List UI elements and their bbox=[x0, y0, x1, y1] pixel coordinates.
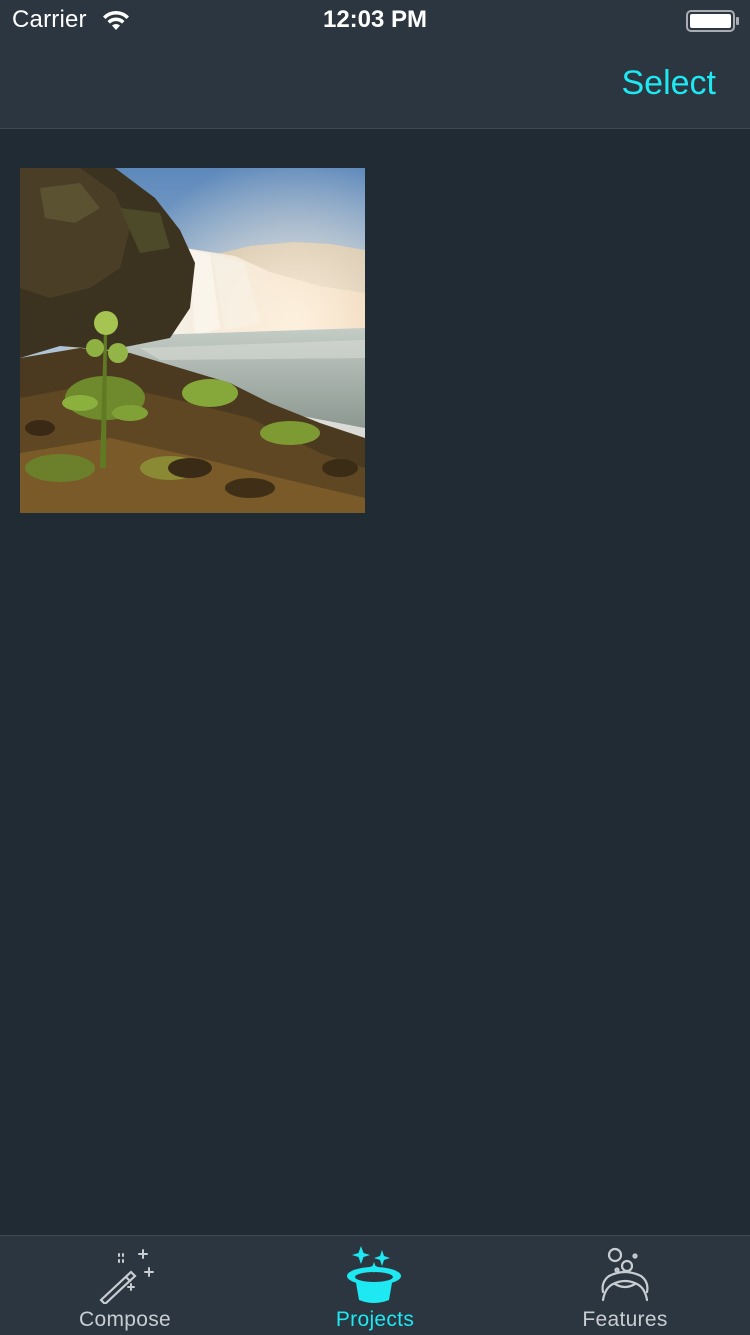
tab-features-label: Features bbox=[582, 1308, 668, 1331]
magic-hat-icon bbox=[347, 1246, 401, 1303]
clock: 12:03 PM bbox=[322, 6, 428, 33]
select-button[interactable]: Select bbox=[622, 64, 717, 103]
project-thumbnail[interactable] bbox=[20, 168, 365, 513]
tab-projects-label: Projects bbox=[335, 1308, 415, 1331]
tab-compose[interactable]: Compose bbox=[0, 1236, 250, 1335]
status-bar: Carrier 12:03 PM bbox=[0, 0, 750, 40]
tab-features[interactable]: Features bbox=[500, 1236, 750, 1335]
waterfall-landscape-image bbox=[20, 168, 365, 513]
magic-wand-icon bbox=[99, 1249, 154, 1304]
tab-bar: Compose Projects Features bbox=[0, 1235, 750, 1335]
tab-projects[interactable]: Projects bbox=[250, 1236, 500, 1335]
features-icon bbox=[601, 1247, 649, 1302]
projects-grid bbox=[0, 129, 750, 1235]
battery-icon bbox=[686, 10, 739, 32]
navigation-bar: Select bbox=[0, 40, 750, 129]
tab-compose-label: Compose bbox=[79, 1308, 171, 1331]
